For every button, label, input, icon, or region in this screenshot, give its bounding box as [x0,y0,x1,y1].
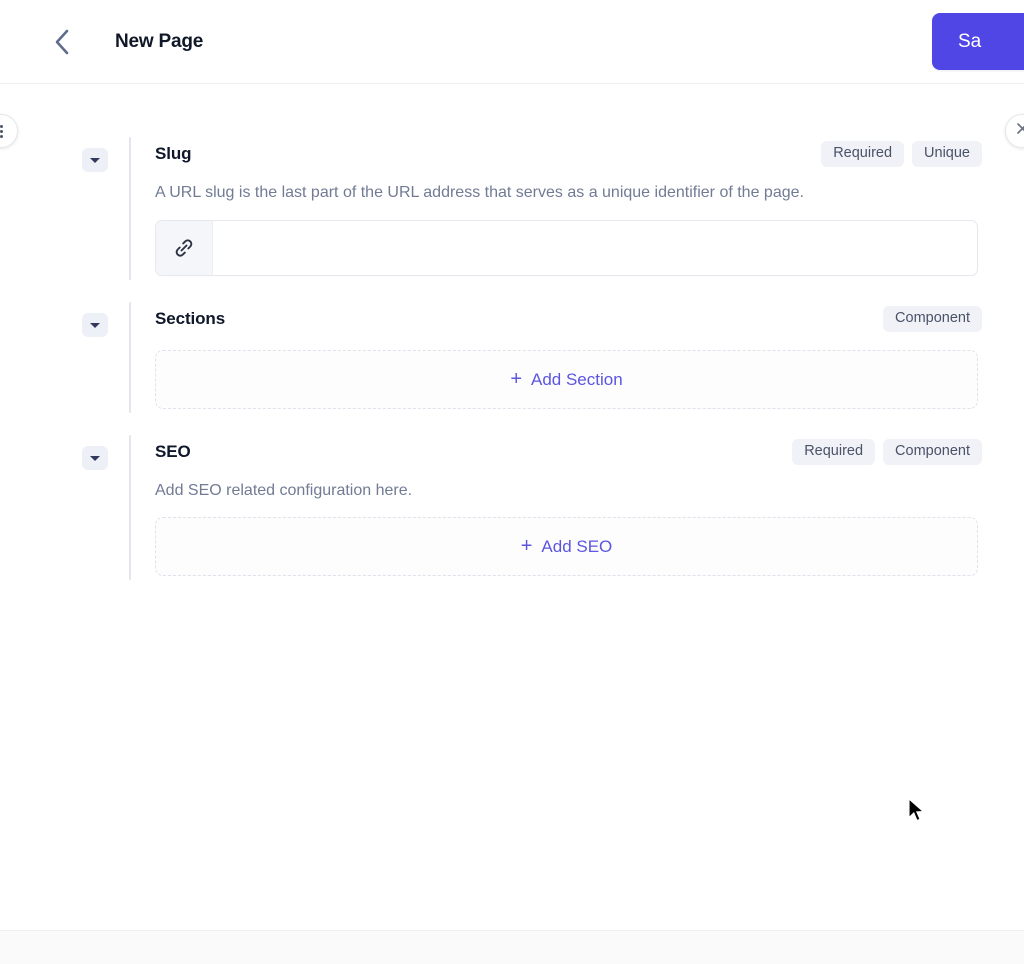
badge-group-sections: Component [883,306,982,332]
status-badge-required: Required [792,439,876,465]
status-badge-unique: Unique [912,141,982,167]
field-rail [129,302,131,413]
badge-group-slug: Required Unique [821,141,982,167]
add-seo-label: + Add SEO [520,534,613,557]
field-content-sections: Sections Component + Add Section [155,302,982,413]
add-seo-text: Add SEO [541,536,613,556]
field-description-slug: A URL slug is the last part of the URL a… [155,184,804,201]
caret-down-icon [90,455,100,461]
plus-icon: + [510,367,522,390]
add-section-button[interactable]: + Add Section [155,350,978,409]
field-sections: Sections Component + Add Section [82,302,982,413]
collapse-toggle-seo[interactable] [82,446,108,470]
save-button[interactable]: Sa [932,13,1024,70]
add-section-text: Add Section [531,369,623,389]
collapse-toggle-slug[interactable] [82,148,108,172]
slug-input-wrapper[interactable] [155,220,978,276]
field-label-slug: Slug [155,144,192,163]
link-icon [156,221,213,275]
field-seo: SEO Required Component Add SEO related c… [82,435,982,580]
field-rail [129,435,131,580]
field-label-sections: Sections [155,309,226,328]
footer-strip [0,930,1024,964]
caret-down-icon [90,322,100,328]
field-label-seo: SEO [155,442,191,461]
add-seo-button[interactable]: + Add SEO [155,517,978,576]
collapse-toggle-sections[interactable] [82,313,108,337]
caret-down-icon [90,157,100,163]
page-title: New Page [115,31,204,52]
plus-icon: + [520,534,533,557]
field-header-seo: SEO Required Component [155,435,982,469]
field-description-seo: Add SEO related configuration here. [155,482,413,499]
add-section-label: + Add Section [510,367,623,390]
status-badge-component: Component [883,306,982,332]
field-content-slug: Slug Required Unique A URL slug is the l… [155,137,982,280]
status-badge-component: Component [883,439,982,465]
slug-input[interactable] [213,221,977,275]
page-editor-app: New Page Sa Slug Required Unique A URL s… [0,0,1024,964]
chevron-left-icon [51,27,73,57]
field-content-seo: SEO Required Component Add SEO related c… [155,435,982,580]
app-header: New Page Sa [0,0,1024,84]
field-rail [129,137,131,280]
more-vertical-icon [0,124,3,138]
field-header-sections: Sections Component [155,302,982,336]
badge-group-seo: Required Component [792,439,982,465]
status-badge-required: Required [821,141,905,167]
form-body: Slug Required Unique A URL slug is the l… [0,85,1024,930]
field-header-slug: Slug Required Unique [155,137,982,171]
field-list: Slug Required Unique A URL slug is the l… [82,137,982,602]
field-slug: Slug Required Unique A URL slug is the l… [82,137,982,280]
back-button[interactable] [40,20,84,64]
close-icon [1016,122,1024,140]
